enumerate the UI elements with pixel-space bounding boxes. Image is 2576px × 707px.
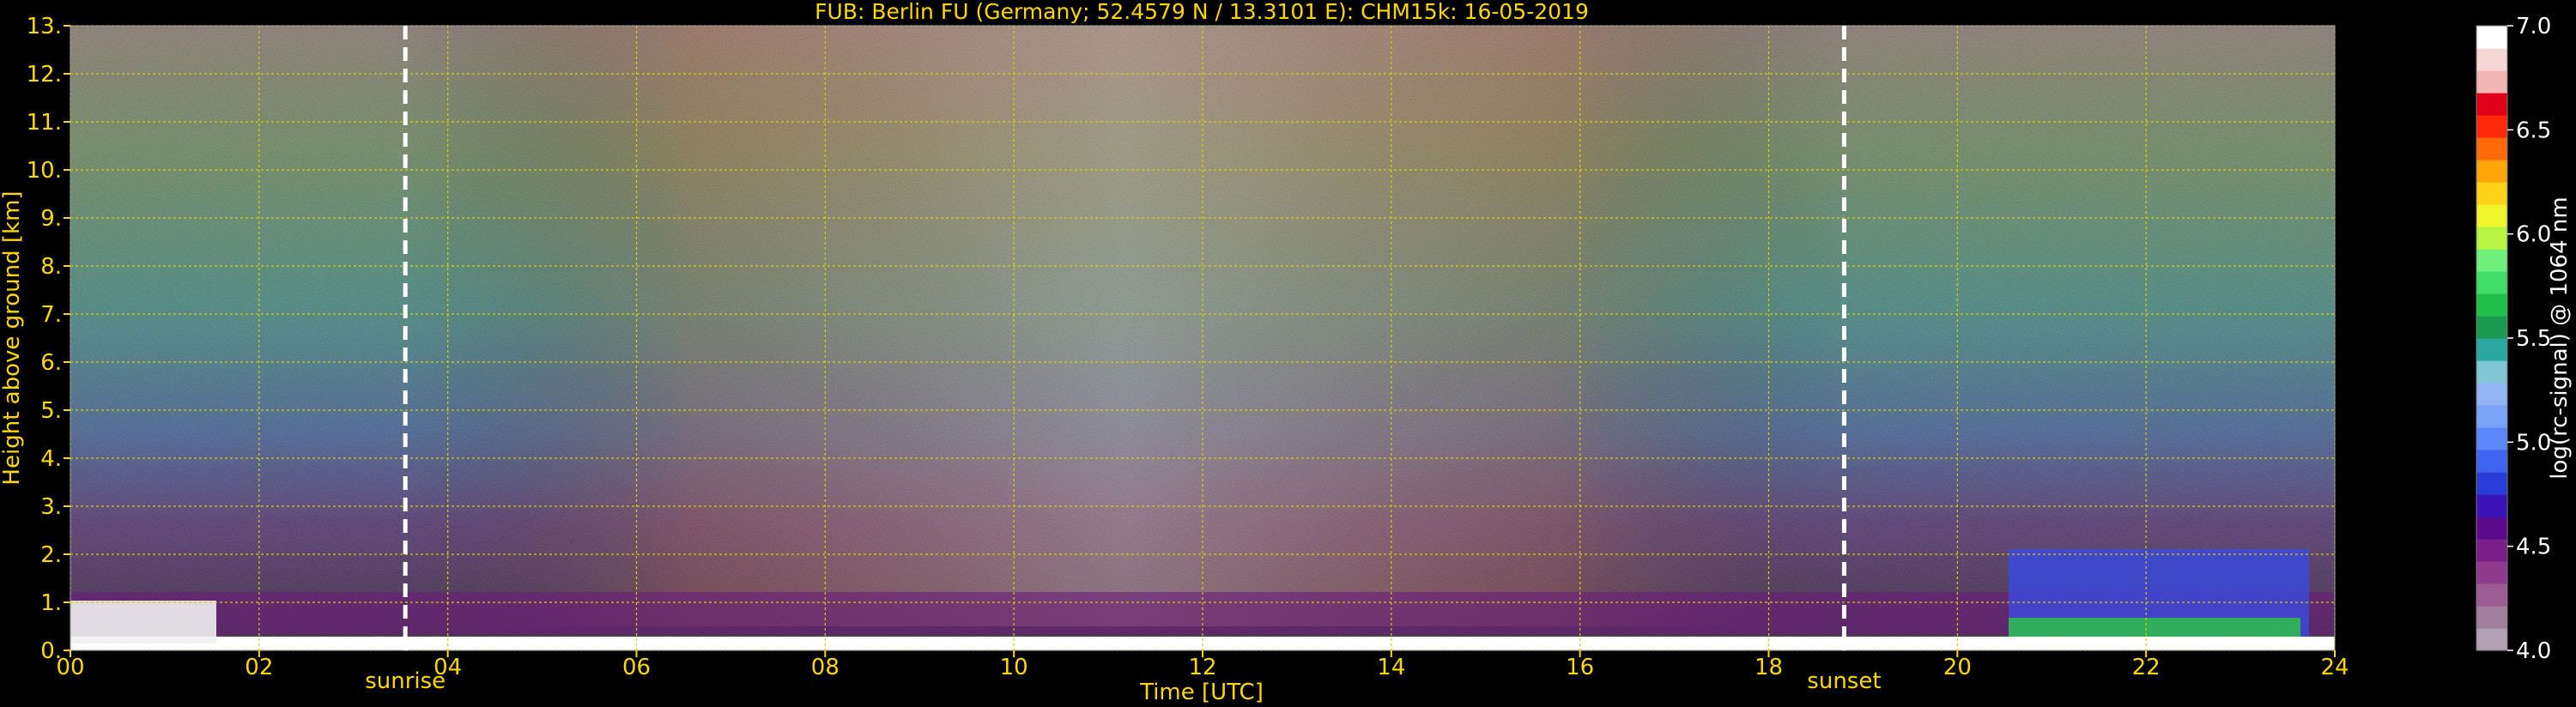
y-tick-label: 12.	[27, 62, 62, 88]
colorbar-segment	[2476, 561, 2507, 584]
x-tick-label: 08	[811, 655, 839, 680]
y-tick-label: 1.	[40, 590, 62, 616]
y-tick-label: 6.	[40, 350, 62, 376]
x-tick-label: 02	[245, 655, 273, 680]
colorbar-segment	[2476, 70, 2507, 94]
colorbar-segment	[2476, 160, 2507, 183]
y-tick-label: 9.	[40, 206, 62, 232]
colorbar-segment	[2476, 383, 2507, 406]
colorbar-segment	[2476, 227, 2507, 250]
x-tick-label: 24	[2320, 655, 2349, 680]
colorbar-segment	[2476, 93, 2507, 116]
annotations: sunrise sunset	[365, 668, 1881, 694]
early-morning-fog	[70, 601, 216, 644]
x-tick-label: 06	[622, 655, 651, 680]
colorbar-label: log(rc-signal) @ 1064 nm	[2547, 196, 2573, 479]
colorbar-tick-label: 7.0	[2516, 14, 2551, 39]
colorbar-segment	[2476, 115, 2507, 138]
colorbar-segment	[2476, 450, 2507, 473]
colorbar-segment	[2476, 137, 2507, 160]
colorbar-segment	[2476, 293, 2507, 317]
colorbar-segment	[2476, 316, 2507, 339]
x-tick-label: 18	[1755, 655, 1783, 680]
y-axis-label: Height above ground [km]	[0, 190, 25, 485]
colorbar-segment	[2476, 405, 2507, 428]
y-tick-label: 8.	[40, 254, 62, 280]
x-tick-label: 20	[1943, 655, 1972, 680]
colorbar-segment	[2476, 204, 2507, 227]
y-tick-label: 10.	[27, 158, 62, 184]
colorbar-segment	[2476, 271, 2507, 294]
colorbar-segment	[2476, 517, 2507, 540]
colorbar-segment	[2476, 583, 2507, 607]
colorbar-segment	[2476, 338, 2507, 361]
x-tick-label: 10	[1000, 655, 1028, 680]
colorbar-tick-label: 4.5	[2516, 535, 2551, 560]
colorbar-segment	[2476, 539, 2507, 562]
x-axis-label: Time [UTC]	[1139, 680, 1264, 705]
colorbar-tick-label: 6.5	[2516, 118, 2551, 143]
colorbar-segment	[2476, 628, 2507, 651]
colorbar-segment	[2476, 360, 2507, 384]
x-tick-label: 12	[1188, 655, 1216, 680]
colorbar-segment	[2476, 48, 2507, 71]
y-tick-label: 3.	[40, 494, 62, 520]
x-tick-label: 00	[56, 655, 84, 680]
y-axis-ticks: 0.1.2.3.4.5.6.7.8.9.10.11.12.13.	[27, 14, 70, 664]
colorbar-segment	[2476, 494, 2507, 517]
annotation-sunset: sunset	[1807, 668, 1881, 694]
annotation-sunrise: sunrise	[365, 668, 445, 694]
colorbar-segment	[2476, 26, 2507, 49]
y-tick-label: 5.	[40, 398, 62, 424]
colorbar: 4.04.55.05.56.06.57.0	[2476, 14, 2551, 664]
chart-title: FUB: Berlin FU (Germany; 52.4579 N / 13.…	[815, 0, 1589, 24]
y-tick-label: 11.	[27, 110, 62, 136]
colorbar-segment	[2476, 472, 2507, 495]
colorbar-segment	[2476, 427, 2507, 450]
x-tick-label: 16	[1566, 655, 1594, 680]
colorbar-tick-label: 4.0	[2516, 638, 2551, 664]
colorbar-segment	[2476, 606, 2507, 629]
y-tick-label: 2.	[40, 542, 62, 568]
x-tick-label: 14	[1377, 655, 1405, 680]
y-tick-label: 7.	[40, 302, 62, 328]
lidar-quicklook-figure: 0.1.2.3.4.5.6.7.8.9.10.11.12.13. 00 02 04 0…	[0, 0, 2573, 705]
y-tick-label: 13.	[27, 14, 62, 39]
y-tick-label: 4.	[40, 446, 62, 472]
colorbar-segment	[2476, 182, 2507, 205]
colorbar-segment	[2476, 249, 2507, 272]
x-tick-label: 22	[2132, 655, 2161, 680]
